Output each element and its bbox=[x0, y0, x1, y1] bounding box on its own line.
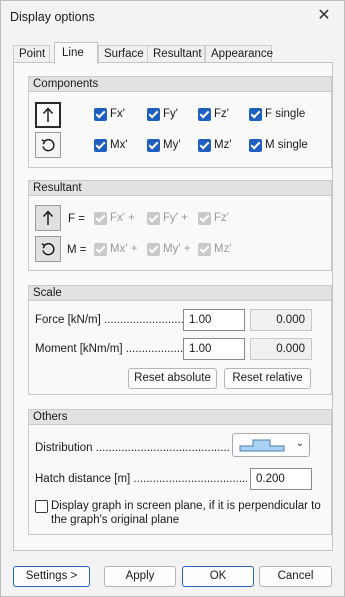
ok-button[interactable]: OK bbox=[182, 566, 254, 587]
window-title: Display options bbox=[10, 10, 95, 24]
hatch-distance-input[interactable]: 0.200 bbox=[250, 468, 312, 490]
cancel-button[interactable]: Cancel bbox=[259, 566, 332, 587]
chevron-down-icon: ⌄ bbox=[295, 438, 304, 449]
up-arrow-icon bbox=[42, 210, 54, 225]
apply-button[interactable]: Apply bbox=[104, 566, 176, 587]
up-arrow-icon bbox=[42, 107, 54, 122]
reset-relative-button[interactable]: Reset relative bbox=[224, 368, 311, 389]
rotate-arrow-icon bbox=[41, 242, 55, 256]
resultant-moment-button[interactable] bbox=[35, 236, 61, 262]
moment-absolute-value: 0.000 bbox=[250, 338, 312, 360]
tab-line[interactable]: Line bbox=[54, 42, 98, 64]
force-arrow-button[interactable] bbox=[35, 102, 61, 128]
title-bar: Display options ✕ bbox=[1, 1, 344, 33]
m-equals-label: M = bbox=[67, 244, 87, 256]
moment-scale-input[interactable]: 1.00 bbox=[183, 338, 245, 360]
scale-group: Scale Force [kN/m] .....................… bbox=[28, 285, 332, 395]
distribution-select[interactable]: ⌄ bbox=[232, 433, 310, 457]
moment-label: Moment [kNm/m] .........................… bbox=[35, 343, 185, 355]
distribution-label: Distribution ...........................… bbox=[35, 442, 230, 454]
force-absolute-value: 0.000 bbox=[250, 309, 312, 331]
moment-arrow-button[interactable] bbox=[35, 132, 61, 158]
force-label: Force [kN/m] ...........................… bbox=[35, 314, 185, 326]
tab-panel-line: Components Fx' Fy' Fz' F single Mx' My' … bbox=[13, 62, 333, 551]
scale-title: Scale bbox=[29, 286, 331, 301]
others-title: Others bbox=[29, 410, 331, 425]
hatch-distance-label: Hatch distance [m] .....................… bbox=[35, 473, 247, 485]
settings-button[interactable]: Settings > bbox=[13, 566, 90, 587]
close-icon[interactable]: ✕ bbox=[312, 5, 336, 27]
reset-absolute-button[interactable]: Reset absolute bbox=[128, 368, 217, 389]
others-group: Others Distribution ....................… bbox=[28, 409, 332, 535]
components-group: Components Fx' Fy' Fz' F single Mx' My' … bbox=[28, 76, 332, 168]
resultant-title: Resultant bbox=[29, 181, 331, 196]
display-options-dialog: Display options ✕ Point Line Surface Res… bbox=[0, 0, 345, 597]
resultant-group: Resultant F = Fx' + Fy' + Fz' M = Mx' + … bbox=[28, 180, 332, 271]
distribution-shape-icon bbox=[239, 439, 285, 452]
force-scale-input[interactable]: 1.00 bbox=[183, 309, 245, 331]
components-title: Components bbox=[29, 77, 331, 92]
screen-plane-graph-checkbox[interactable]: Display graph in screen plane, if it is … bbox=[35, 500, 325, 530]
f-equals-label: F = bbox=[68, 213, 85, 225]
rotate-arrow-icon bbox=[41, 138, 55, 152]
resultant-force-button[interactable] bbox=[35, 205, 61, 231]
